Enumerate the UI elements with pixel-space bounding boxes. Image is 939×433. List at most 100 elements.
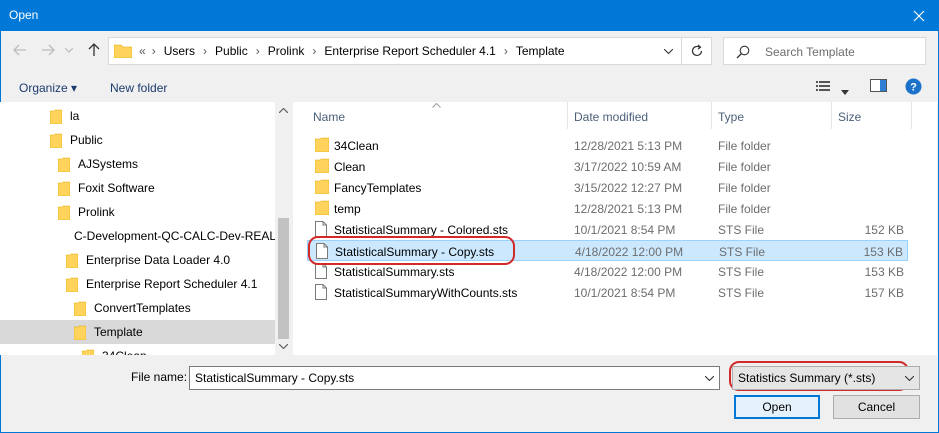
search-icon [736,45,750,59]
folder-icon [315,179,329,194]
file-date: 10/1/2021 8:54 PM [574,286,676,300]
chevron-down-icon [904,375,914,381]
tree-item[interactable]: C-Development-QC-CALC-Dev-REAL [0,224,276,248]
tree-item-label: Public [70,133,103,147]
breadcrumb-separator: › [503,44,508,58]
file-row[interactable]: StatisticalSummary.sts 4/18/2022 12:00 PM… [307,261,908,282]
file-date: 12/28/2021 5:13 PM [574,202,683,216]
breadcrumb-enterprise-report-scheduler[interactable]: Enterprise Report Scheduler 4.1 [324,44,495,58]
file-date: 3/15/2022 12:27 PM [574,181,683,195]
preview-pane-button[interactable] [870,78,887,96]
view-options-button[interactable] [816,78,832,97]
tree-item[interactable]: Prolink [0,200,275,224]
close-button[interactable] [899,0,939,31]
title-bar: Open [0,0,939,31]
help-button[interactable]: ? [905,78,922,98]
breadcrumb-overflow[interactable]: « [139,44,146,58]
folder-icon [66,277,78,292]
file-type: File folder [718,181,771,195]
navigation-pane[interactable]: 34Clean Template ConvertTemplates Enterpris… [0,102,292,355]
tree-item[interactable]: Foxit Software [0,176,275,200]
file-name: Clean [334,160,366,174]
up-button[interactable] [84,40,104,60]
file-date: 3/17/2022 10:59 AM [574,160,682,174]
address-dropdown-button[interactable] [659,42,677,60]
open-button[interactable]: Open [734,395,820,419]
arrow-right-icon [42,44,55,56]
breadcrumb-users[interactable]: Users [164,44,195,58]
tree-item[interactable]: AJSystems [0,152,275,176]
cancel-button[interactable]: Cancel [833,395,920,419]
breadcrumb-separator: › [255,44,260,58]
chevron-down-icon [704,375,714,381]
column-divider[interactable] [831,102,832,129]
file-row[interactable]: StatisticalSummary - Copy.sts 4/18/2022 1… [307,240,908,261]
tree-item-label: Enterprise Data Loader 4.0 [86,253,231,267]
file-icon [315,284,327,300]
navigation-scrollbar[interactable] [275,102,292,355]
organize-menu[interactable]: Organize ▾ [19,81,77,95]
scroll-down-icon[interactable] [279,344,288,349]
file-date: 4/18/2022 12:00 PM [575,245,684,259]
file-type: File folder [718,139,771,153]
tree-item[interactable]: ConvertTemplates [0,296,275,320]
forward-button[interactable] [38,40,58,60]
tree-item[interactable]: la [0,104,275,128]
arrow-left-icon [13,44,26,56]
folder-icon [58,181,70,196]
column-header-type[interactable]: Type [718,110,744,124]
file-name: FancyTemplates [334,181,422,195]
file-row[interactable]: 34Clean 12/28/2021 5:13 PM File folder [307,135,908,156]
column-header-name[interactable]: Name [313,110,345,124]
column-header-size[interactable]: Size [838,110,861,124]
view-dropdown-button[interactable] [841,84,849,98]
file-type: STS File [719,245,766,259]
file-list-pane[interactable]: Name Date modified Type Size 34Clean 12/2… [293,102,937,355]
tree-item[interactable]: Template [0,320,275,344]
column-divider[interactable] [711,102,712,129]
folder-icon [58,157,70,172]
file-row[interactable]: StatisticalSummary - Colored.sts 10/1/202… [307,219,908,240]
search-box[interactable]: Search Template [723,37,926,65]
tree-item[interactable]: 34Clean [0,344,275,355]
file-row[interactable]: temp 12/28/2021 5:13 PM File folder [307,198,908,219]
refresh-icon [691,44,702,57]
breadcrumb-separator: › [203,44,208,58]
folder-icon [50,133,62,148]
address-bar[interactable]: « › Users › Public › Prolink › Enterpris… [108,37,712,65]
file-row[interactable]: StatisticalSummaryWithCounts.sts 10/1/202… [307,282,908,303]
scroll-up-icon[interactable] [279,108,288,113]
preview-pane-icon [870,79,887,92]
back-button[interactable] [10,40,30,60]
new-folder-button[interactable]: New folder [110,81,167,95]
file-icon [316,243,328,259]
file-row[interactable]: Clean 3/17/2022 10:59 AM File folder [307,156,908,177]
folder-icon [315,158,329,173]
chevron-down-icon [65,47,73,53]
tree-item-label: Enterprise Report Scheduler 4.1 [86,277,258,291]
refresh-button[interactable] [681,38,711,64]
breadcrumb-public[interactable]: Public [215,44,248,58]
folder-icon [114,44,132,58]
file-type-select[interactable]: Statistics Summary (*.sts) [732,366,920,390]
column-divider[interactable] [911,102,912,129]
file-name: StatisticalSummary.sts [334,265,455,279]
tree-item-label: Template [94,325,143,339]
tree-item[interactable]: Enterprise Report Scheduler 4.1 [0,272,275,296]
recent-locations-button[interactable] [62,40,76,60]
column-header-date[interactable]: Date modified [574,110,648,124]
tree-item[interactable]: Public [0,128,275,152]
column-divider[interactable] [567,102,568,129]
file-type-dropdown-button[interactable] [899,367,919,389]
file-type-value: Statistics Summary (*.sts) [738,371,876,385]
breadcrumb-template[interactable]: Template [516,44,565,58]
svg-text:?: ? [910,82,917,94]
file-name-dropdown-button[interactable] [699,367,719,389]
breadcrumb-separator: › [312,44,317,58]
breadcrumb-prolink[interactable]: Prolink [268,44,305,58]
breadcrumb: « › Users › Public › Prolink › Enterpris… [139,44,565,58]
file-row[interactable]: FancyTemplates 3/15/2022 12:27 PM File fol… [307,177,908,198]
file-name-input[interactable]: StatisticalSummary - Copy.sts [189,366,720,390]
scrollbar-thumb[interactable] [278,218,289,339]
tree-item[interactable]: Enterprise Data Loader 4.0 [0,248,275,272]
